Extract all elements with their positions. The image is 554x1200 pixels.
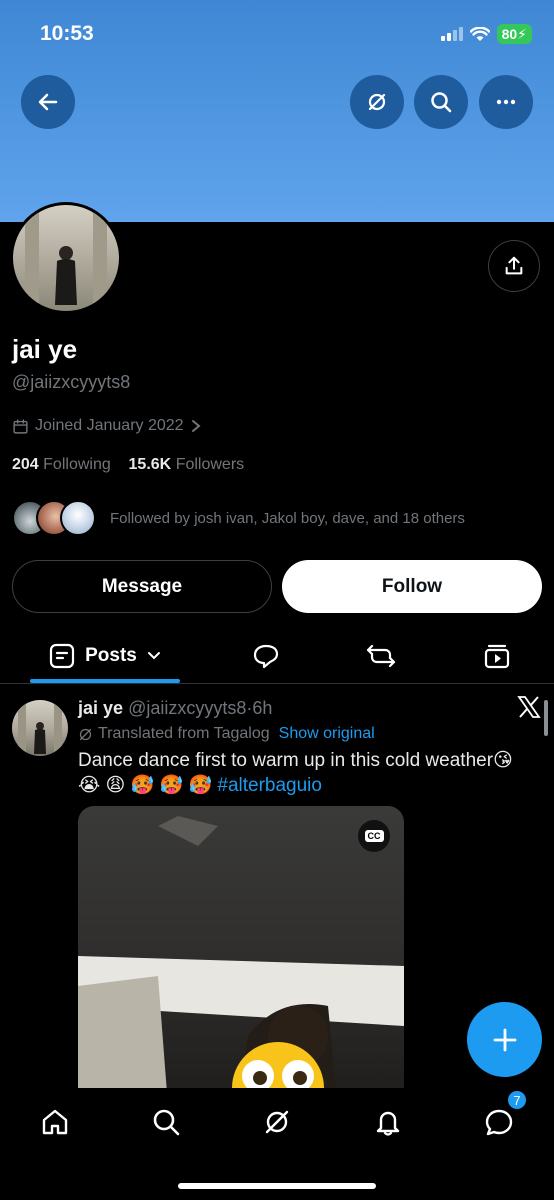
home-icon [42,1109,68,1135]
translated-label: Translated from Tagalog [98,725,270,742]
follower-avatar [60,500,96,536]
posts-icon [50,643,75,669]
tab-replies[interactable] [245,630,287,682]
tab-reposts[interactable] [360,630,402,682]
nav-messages[interactable]: 7 [479,1090,527,1142]
captions-label: CC [364,830,384,842]
following-link[interactable]: 204 Following [12,456,111,473]
follow-counts: 204 Following 15.6K Followers [12,456,244,474]
compose-button[interactable] [467,1002,542,1077]
charging-icon: ⚡ [517,26,527,42]
home-indicator [178,1183,376,1189]
status-time: 10:53 [40,22,94,45]
search-icon [153,1109,180,1136]
followers-count: 15.6K [128,456,172,473]
post-video[interactable]: CC [78,806,404,1106]
battery-level: 80 [501,26,518,42]
back-arrow-icon [38,93,58,111]
share-profile-button[interactable] [488,240,540,292]
profile-avatar[interactable] [10,202,122,314]
nav-notifications[interactable] [368,1102,408,1142]
more-button[interactable] [479,75,533,129]
post-body: Dance dance first to warm up in this col… [78,750,513,771]
active-tab-indicator [30,679,180,683]
message-button[interactable]: Message [12,560,272,613]
post-author-handle[interactable]: @jaiizxcyyyts8 [128,698,246,718]
tab-posts-label: Posts [85,645,137,666]
status-bar: 10:53 80⚡ [0,18,554,48]
captions-button[interactable]: CC [358,820,390,852]
tab-media[interactable] [476,630,518,682]
post-hashtag[interactable]: #alterbaguio [217,775,322,796]
translation-row: Translated from Tagalog Show original [78,725,375,743]
replies-icon [253,644,279,669]
signal-icon [440,27,463,41]
x-logo [516,694,542,725]
profile-name: jai ye [12,334,78,364]
grok-icon [368,93,386,111]
show-original-link[interactable]: Show original [279,725,375,743]
post-emojis: 😭 😩 🥵 🥵 🥵 [78,775,213,796]
share-icon [505,256,523,275]
following-count: 204 [12,456,39,473]
post-author-name[interactable]: jai ye [78,698,123,718]
nav-search[interactable] [146,1102,186,1142]
scrollbar[interactable] [544,700,548,736]
search-button[interactable] [414,75,468,129]
messages-icon [485,1109,513,1136]
joined-date[interactable]: Joined January 2022 [12,417,202,435]
following-label: Following [43,456,111,473]
video-frame [78,816,404,1106]
profile-tabs: Posts [0,630,554,684]
back-button[interactable] [21,75,75,129]
search-icon [431,92,452,113]
more-icon [496,99,516,105]
media-icon [484,644,510,669]
grok-button[interactable] [350,75,404,129]
post-header: jai ye @jaiizxcyyyts8·6h [78,698,272,719]
profile-handle: @jaiizxcyyyts8 [12,372,131,392]
joined-text: Joined January 2022 [35,417,184,434]
wifi-icon [469,26,490,41]
post-text: Dance dance first to warm up in this col… [78,748,538,798]
tab-posts[interactable]: Posts [30,630,180,682]
nav-grok[interactable] [257,1102,297,1142]
grok-icon [265,1110,289,1134]
avatar-photo [25,213,107,311]
messages-badge: 7 [507,1090,527,1110]
followers-label: Followers [175,456,245,473]
followers-link[interactable]: 15.6K Followers [129,456,245,473]
post-author-avatar[interactable] [12,700,68,756]
chevron-right-icon [191,420,201,432]
x-logo-icon [517,696,541,718]
battery-indicator: 80⚡ [496,24,532,44]
chevron-down-icon [147,652,160,660]
nav-home[interactable] [35,1102,75,1142]
post-avatar-photo [18,704,62,756]
follow-button[interactable]: Follow [282,560,542,613]
post-time: 6h [252,698,273,718]
followed-by-row[interactable]: Followed by josh ivan, Jakol boy, dave, … [12,498,465,538]
status-icons: 80⚡ [440,24,532,44]
retweet-icon [366,644,396,668]
plus-icon [493,1028,516,1051]
followed-by-text: Followed by josh ivan, Jakol boy, dave, … [110,509,465,527]
notifications-icon [376,1111,400,1136]
calendar-icon [13,418,28,434]
translate-icon [79,728,92,740]
